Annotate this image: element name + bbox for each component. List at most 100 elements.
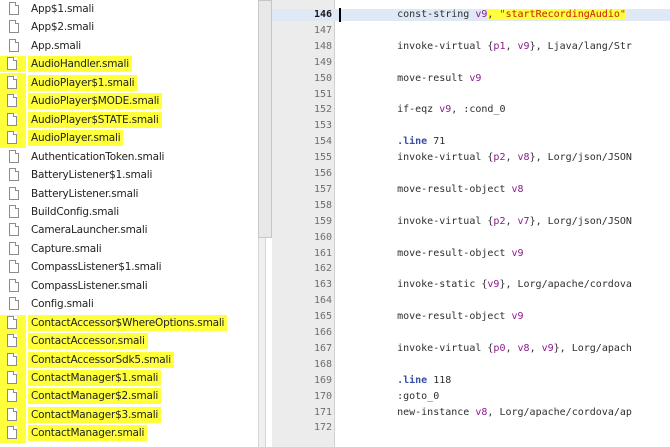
line-number: 162 xyxy=(313,263,332,275)
file-name-label: ContactManager$2.smali xyxy=(28,388,162,405)
code-line[interactable]: 172 xyxy=(272,422,670,434)
code-text: new-instance v8, Lorg/apache/cordova/ap xyxy=(373,406,632,418)
code-line[interactable]: 166 xyxy=(272,327,670,339)
file-list-item[interactable]: AudioPlayer$1.smali xyxy=(0,72,258,93)
file-list-item[interactable]: BuildConfig.smali xyxy=(0,203,258,221)
code-line[interactable]: 167 invoke-virtual {p0, v8, v9}, Lorg/ap… xyxy=(272,343,670,355)
file-icon xyxy=(7,131,17,145)
file-list-item[interactable]: CompassListener$1.smali xyxy=(0,258,258,276)
code-line[interactable]: 164 xyxy=(272,295,670,307)
file-name-label: App.smali xyxy=(31,39,82,52)
code-line[interactable]: 149 xyxy=(272,57,670,69)
code-line[interactable]: 155 invoke-virtual {p2, v8}, Lorg/json/J… xyxy=(272,152,670,164)
file-icon xyxy=(9,297,19,311)
file-list-item[interactable]: ContactManager$3.smali xyxy=(0,404,258,425)
code-line[interactable]: 171 new-instance v8, Lorg/apache/cordova… xyxy=(272,407,670,419)
file-icon xyxy=(7,389,17,403)
code-line[interactable]: 157 move-result-object v8 xyxy=(272,184,670,196)
code-line[interactable]: 160 xyxy=(272,232,670,244)
code-line[interactable]: 170 :goto_0 xyxy=(272,391,670,403)
code-line[interactable]: 147 xyxy=(272,25,670,37)
code-line[interactable]: 152 if-eqz v9, :cond_0 xyxy=(272,104,670,116)
code-line[interactable]: 151 xyxy=(272,89,670,101)
file-name-label: AudioPlayer$MODE.smali xyxy=(28,93,163,110)
line-number: 171 xyxy=(313,406,332,418)
file-icon xyxy=(9,2,19,15)
file-icon xyxy=(9,278,19,292)
code-line[interactable]: 154 .line 71 xyxy=(272,136,670,148)
line-number: 161 xyxy=(313,247,332,259)
file-icon xyxy=(7,94,17,108)
line-number: 154 xyxy=(313,136,332,148)
file-list-scrollbar-thumb[interactable] xyxy=(258,0,272,238)
text-caret xyxy=(339,8,341,22)
file-name-label: BatteryListener$1.smali xyxy=(31,169,153,182)
file-name-label: CompassListener.smali xyxy=(31,279,148,292)
line-number: 172 xyxy=(313,422,332,434)
file-name-label: AudioHandler.smali xyxy=(28,56,132,73)
file-list-item[interactable]: Capture.smali xyxy=(0,240,258,258)
code-line[interactable]: 158 xyxy=(272,200,670,212)
file-list-item[interactable]: App$2.smali xyxy=(0,18,258,36)
file-icon xyxy=(7,75,17,89)
line-number: 149 xyxy=(313,56,332,68)
line-number: 146 xyxy=(272,9,332,21)
file-icon xyxy=(7,315,17,329)
file-list-item[interactable]: BatteryListener$1.smali xyxy=(0,166,258,184)
code-line[interactable]: 169 .line 118 xyxy=(272,375,670,387)
file-name-label: AudioPlayer$1.smali xyxy=(28,74,138,91)
file-list-item[interactable]: AudioHandler.smali xyxy=(0,55,258,73)
file-list-item[interactable]: App.smali xyxy=(0,37,258,55)
line-number: 160 xyxy=(313,231,332,243)
file-list-item[interactable]: App$1.smali xyxy=(0,0,258,18)
file-list-item[interactable]: CameraLauncher.smali xyxy=(0,221,258,239)
file-list-item[interactable]: ContactManager.smali xyxy=(0,423,258,444)
code-line[interactable]: 161 move-result-object v9 xyxy=(272,248,670,260)
file-list-item[interactable]: ContactManager$1.smali xyxy=(0,368,258,388)
line-number: 155 xyxy=(313,152,332,164)
file-list-item[interactable]: AudioPlayer$STATE.smali xyxy=(0,109,258,130)
line-number: 152 xyxy=(313,104,332,116)
line-number: 158 xyxy=(313,199,332,211)
line-number: 168 xyxy=(313,358,332,370)
code-line[interactable]: 159 invoke-virtual {p2, v7}, Lorg/json/J… xyxy=(272,216,670,228)
file-list-item[interactable]: BatteryListener.smali xyxy=(0,185,258,203)
file-name-label: App$1.smali xyxy=(31,3,94,15)
code-text: invoke-static {v9}, Lorg/apache/cordova xyxy=(373,279,632,291)
file-name-label: AuthenticationToken.smali xyxy=(31,150,165,163)
code-line[interactable]: 165 move-result-object v9 xyxy=(272,311,670,323)
file-name-label: App$2.smali xyxy=(31,21,94,34)
code-editor[interactable]: 146 const-string v9, "startRecordingAudi… xyxy=(272,0,670,447)
code-line[interactable]: 162 xyxy=(272,263,670,275)
file-icon xyxy=(9,20,19,34)
file-icon xyxy=(9,38,19,52)
file-icon xyxy=(9,241,19,255)
file-list-item[interactable]: Config.smali xyxy=(0,295,258,313)
file-list-item[interactable]: ContactAccessor$WhereOptions.smali xyxy=(0,314,258,332)
file-name-label: AudioPlayer$STATE.smali xyxy=(28,111,162,128)
code-line[interactable]: 150 move-result v9 xyxy=(272,73,670,85)
code-line[interactable]: 163 invoke-static {v9}, Lorg/apache/cord… xyxy=(272,279,670,291)
file-name-label: ContactAccessor$WhereOptions.smali xyxy=(28,314,228,331)
file-icon xyxy=(7,334,17,348)
code-line[interactable]: 168 xyxy=(272,359,670,371)
file-list-item[interactable]: AuthenticationToken.smali xyxy=(0,148,258,166)
file-list-item[interactable]: ContactAccessor.smali xyxy=(0,331,258,352)
file-icon xyxy=(7,426,17,440)
file-list-item[interactable]: AudioPlayer.smali xyxy=(0,128,258,149)
file-list-item[interactable]: CompassListener.smali xyxy=(0,277,258,295)
file-list-item[interactable]: ContactAccessorSdk5.smali xyxy=(0,349,258,370)
line-number: 166 xyxy=(313,327,332,338)
file-icon xyxy=(7,407,17,421)
file-name-label: ContactAccessorSdk5.smali xyxy=(28,351,174,368)
file-name-label: CompassListener$1.smali xyxy=(31,261,162,274)
file-icon xyxy=(9,260,19,274)
code-line[interactable]: 153 xyxy=(272,120,670,132)
code-line[interactable]: 148 invoke-virtual {p1, v9}, Ljava/lang/… xyxy=(272,41,670,53)
file-list-item[interactable]: AudioPlayer$MODE.smali xyxy=(0,91,258,112)
code-line[interactable]: 146 const-string v9, "startRecordingAudi… xyxy=(272,8,670,22)
code-line[interactable]: 156 xyxy=(272,168,670,180)
file-list-item[interactable]: ContactManager$2.smali xyxy=(0,386,258,407)
line-number: 148 xyxy=(313,40,332,52)
file-icon xyxy=(7,352,17,366)
